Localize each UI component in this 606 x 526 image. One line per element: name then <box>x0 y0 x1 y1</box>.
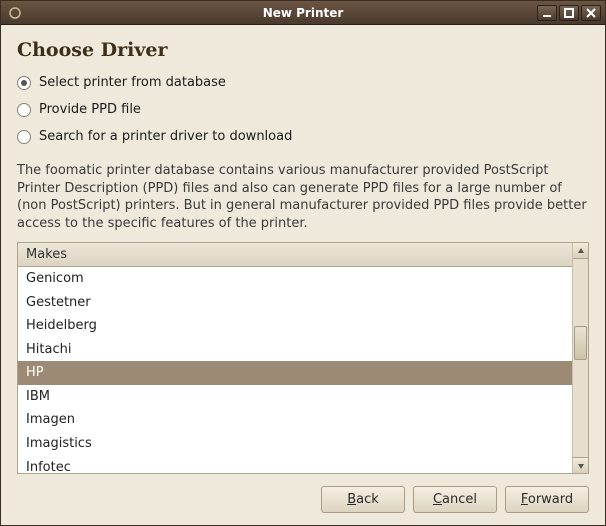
radio-select-from-database[interactable]: Select printer from database <box>17 75 589 90</box>
scroll-thumb[interactable] <box>574 326 587 360</box>
makes-list[interactable]: GenicomGestetnerHeidelbergHitachiHPIBMIm… <box>18 267 572 473</box>
makes-column-header[interactable]: Makes <box>18 243 572 267</box>
list-item[interactable]: IBM <box>18 385 572 409</box>
new-printer-window: New Printer Choose Driver Select printer… <box>0 0 606 526</box>
list-item[interactable]: Imagen <box>18 408 572 432</box>
radio-icon <box>17 130 31 144</box>
dialog-content: Choose Driver Select printer from databa… <box>1 25 605 525</box>
list-item[interactable]: HP <box>18 361 572 385</box>
back-button[interactable]: Back <box>321 486 405 513</box>
maximize-button[interactable] <box>559 5 579 21</box>
titlebar: New Printer <box>1 1 605 25</box>
close-button[interactable] <box>581 5 601 21</box>
scroll-up-button[interactable] <box>573 243 588 259</box>
window-title: New Printer <box>1 6 605 20</box>
dialog-buttons: Back Cancel Forward <box>17 486 589 513</box>
radio-label: Select printer from database <box>39 75 226 90</box>
radio-icon <box>17 103 31 117</box>
list-item[interactable]: Heidelberg <box>18 314 572 338</box>
list-item[interactable]: Hitachi <box>18 338 572 362</box>
list-item[interactable]: Gestetner <box>18 291 572 315</box>
list-item[interactable]: Imagistics <box>18 432 572 456</box>
radio-icon <box>17 76 31 90</box>
minimize-button[interactable] <box>537 5 557 21</box>
titlebar-buttons <box>537 5 601 21</box>
radio-label: Search for a printer driver to download <box>39 129 292 144</box>
page-heading: Choose Driver <box>17 39 589 61</box>
scrollbar[interactable] <box>572 243 588 473</box>
radio-label: Provide PPD file <box>39 102 141 117</box>
app-icon <box>7 5 23 21</box>
radio-provide-ppd[interactable]: Provide PPD file <box>17 102 589 117</box>
description-text: The foomatic printer database contains v… <box>17 162 589 232</box>
makes-listbox: Makes GenicomGestetnerHeidelbergHitachiH… <box>17 242 589 474</box>
forward-button[interactable]: Forward <box>505 486 589 513</box>
scroll-track[interactable] <box>573 259 588 457</box>
radio-search-driver[interactable]: Search for a printer driver to download <box>17 129 589 144</box>
scroll-down-button[interactable] <box>573 457 588 473</box>
list-item[interactable]: Genicom <box>18 267 572 291</box>
list-item[interactable]: Infotec <box>18 456 572 473</box>
cancel-button[interactable]: Cancel <box>413 486 497 513</box>
